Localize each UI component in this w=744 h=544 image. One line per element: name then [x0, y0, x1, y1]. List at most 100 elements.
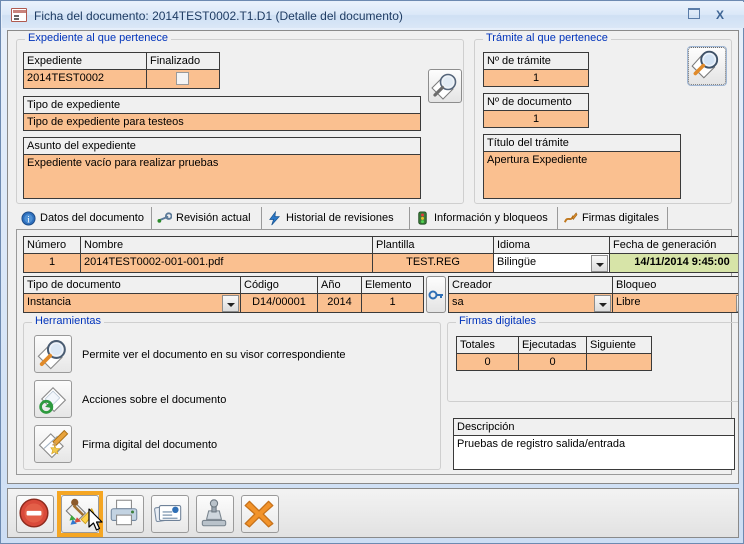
grid-header-fecha: Fecha de generación	[609, 236, 738, 254]
tab-label: Información y bloqueos	[434, 212, 548, 224]
bloqueo-combo[interactable]: Libre	[612, 293, 738, 313]
tab-label: Firmas digitales	[582, 212, 660, 224]
tool-button-acciones-documento[interactable]	[34, 380, 72, 418]
red-minus-circle-icon	[19, 498, 49, 528]
wrench-icon	[157, 211, 173, 226]
grid-value-fecha[interactable]: 14/11/2014 9:45:00	[609, 253, 738, 273]
firmas-header-ejecutadas: Ejecutadas	[518, 336, 587, 354]
tool-button-firma-digital[interactable]	[34, 425, 72, 463]
firmas-value-ejecutadas: 0	[518, 353, 587, 371]
grid-header-plantilla: Plantilla	[372, 236, 494, 254]
num-tramite-value[interactable]: 1	[483, 69, 589, 87]
printer-icon	[110, 499, 138, 526]
creador-combo[interactable]: sa	[448, 293, 613, 313]
tab-revision-actual[interactable]: Revisión actual	[152, 207, 262, 229]
tool-button-ver-documento[interactable]	[34, 335, 72, 373]
magnifier-document-icon	[691, 50, 719, 79]
expediente-value[interactable]: 2014TEST0002	[23, 69, 147, 89]
idioma-combo-value: Bilingüe	[497, 256, 537, 268]
grid-value-plantilla[interactable]: TEST.REG	[372, 253, 494, 273]
expediente-group: Expediente al que pertenece Expediente F…	[16, 32, 464, 204]
bottom-toolbar	[7, 488, 739, 538]
finalizado-label: Finalizado	[146, 52, 220, 70]
grid2-header-codigo: Código	[240, 276, 318, 294]
lightning-icon	[267, 210, 282, 226]
key-icon-button[interactable]	[426, 276, 446, 313]
num-tramite-label: Nº de trámite	[483, 52, 589, 70]
key-icon	[428, 290, 443, 300]
traffic-light-icon	[415, 211, 430, 226]
search-tramite-button[interactable]	[687, 46, 727, 86]
tool-label-acciones-documento: Acciones sobre el documento	[82, 394, 227, 406]
title-bar: Ficha del documento: 2014TEST0002.T1.D1 …	[2, 2, 744, 28]
grid2-value-elemento[interactable]: 1	[361, 293, 424, 313]
svg-text:i: i	[27, 215, 30, 225]
document-refresh-icon	[39, 386, 67, 414]
close-icon: X	[715, 8, 724, 22]
chevron-down-icon[interactable]	[222, 295, 239, 312]
grid-value-numero[interactable]: 1	[23, 253, 81, 273]
cards-button[interactable]	[151, 495, 189, 533]
id-cards-icon	[154, 505, 182, 523]
tipo-documento-combo[interactable]: Instancia	[23, 293, 241, 313]
grid2-header-elemento: Elemento	[361, 276, 424, 294]
tab-label: Datos del documento	[40, 212, 144, 224]
firmas-digitales-legend: Firmas digitales	[456, 315, 540, 327]
tipo-documento-value: Instancia	[27, 296, 72, 308]
magnifier-document-icon	[37, 340, 66, 370]
titulo-tramite-value[interactable]: Apertura Expediente	[483, 151, 681, 199]
idioma-combo[interactable]: Bilingüe	[493, 253, 610, 273]
client-area: Expediente al que pertenece Expediente F…	[7, 30, 739, 484]
tab-label: Historial de revisiones	[286, 212, 394, 224]
chevron-down-icon[interactable]	[591, 255, 608, 272]
tab-firmas-digitales[interactable]: Firmas digitales	[558, 207, 668, 229]
tab-historial-de-revisiones[interactable]: Historial de revisiones	[262, 207, 410, 229]
tramite-group-legend: Trámite al que pertenece	[483, 32, 611, 44]
sign-document-button[interactable]	[61, 495, 99, 533]
form-icon	[11, 8, 27, 22]
minimize-button[interactable]	[684, 6, 704, 24]
info-circle-icon: i	[21, 211, 36, 226]
creador-value: sa	[452, 296, 464, 308]
tool-label-firma-digital: Firma digital del documento	[82, 439, 218, 451]
chevron-down-icon[interactable]	[736, 295, 738, 312]
minimize-icon	[688, 8, 700, 19]
magnifier-document-icon	[431, 73, 457, 100]
grid-value-nombre[interactable]: 2014TEST0002-001-001.pdf	[80, 253, 373, 273]
firmas-header-siguiente: Siguiente	[586, 336, 652, 354]
num-documento-label: Nº de documento	[483, 93, 589, 111]
tab-label: Revisión actual	[176, 212, 251, 224]
stamp-icon	[201, 499, 227, 527]
num-documento-value[interactable]: 1	[483, 110, 589, 128]
finalizado-cell	[146, 69, 220, 89]
firmas-value-totales: 0	[456, 353, 519, 371]
grid2-header-anio: Año	[317, 276, 362, 294]
firmas-digitales-group: Firmas digitales Totales Ejecutadas Sigu…	[447, 315, 738, 402]
asunto-label: Asunto del expediente	[23, 137, 421, 155]
cancel-button[interactable]	[16, 495, 54, 533]
grid-header-nombre: Nombre	[80, 236, 373, 254]
descripcion-label: Descripción	[453, 418, 735, 436]
print-button[interactable]	[106, 495, 144, 533]
tab-datos-del-documento[interactable]: i Datos del documento	[16, 207, 152, 229]
tipo-expediente-value[interactable]: Tipo de expediente para testeos	[23, 113, 421, 131]
tipo-expediente-label: Tipo de expediente	[23, 96, 421, 114]
window-title: Ficha del documento: 2014TEST0002.T1.D1 …	[34, 9, 403, 23]
grid2-header-creador: Creador	[448, 276, 613, 294]
tab-informacion-y-bloqueos[interactable]: Información y bloqueos	[410, 207, 558, 229]
stamp-button[interactable]	[196, 495, 234, 533]
expediente-group-legend: Expediente al que pertenece	[25, 32, 172, 44]
signature-icon	[563, 211, 578, 226]
grid2-value-codigo[interactable]: D14/00001	[240, 293, 318, 313]
descripcion-value[interactable]: Pruebas de registro salida/entrada	[453, 435, 735, 470]
exit-button[interactable]	[241, 495, 279, 533]
finalizado-checkbox[interactable]	[176, 72, 189, 85]
signature-pen-icon	[38, 429, 69, 459]
grid-header-numero: Número	[23, 236, 81, 254]
search-expediente-button[interactable]	[428, 69, 462, 103]
asunto-value[interactable]: Expediente vacío para realizar pruebas	[23, 154, 421, 199]
close-button[interactable]: X	[710, 6, 730, 24]
grid2-value-anio[interactable]: 2014	[317, 293, 362, 313]
firmas-value-siguiente	[586, 353, 652, 371]
chevron-down-icon[interactable]	[594, 295, 611, 312]
